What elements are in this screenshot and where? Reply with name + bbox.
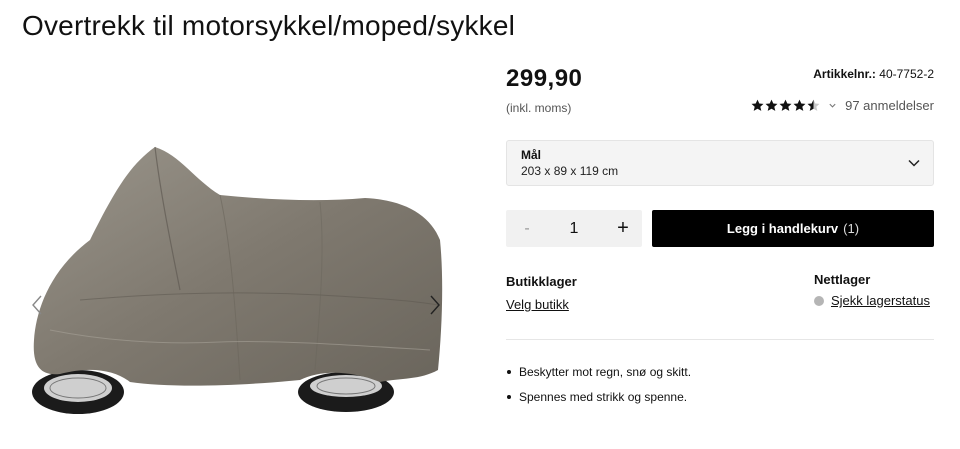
quantity-stepper: - 1 + (506, 210, 642, 247)
chevron-left-icon[interactable] (30, 294, 44, 316)
page-title: Overtrekk til motorsykkel/moped/sykkel (22, 10, 516, 41)
divider (506, 339, 934, 340)
check-stock-status[interactable]: Sjekk lagerstatus (814, 293, 930, 308)
reviews-link[interactable]: 97 anmeldelser (845, 98, 934, 113)
quantity-increase-button[interactable]: + (610, 210, 636, 247)
quantity-decrease-button[interactable]: - (514, 210, 540, 247)
online-stock-heading: Nettlager (814, 272, 871, 287)
add-to-cart-button[interactable]: Legg i handlekurv (1) (652, 210, 934, 247)
article-number-label: Artikkelnr.: (813, 67, 876, 81)
feature-item: Beskytter mot regn, snø og skitt. (506, 365, 691, 390)
chevron-right-icon[interactable] (428, 294, 442, 316)
rating-summary[interactable]: 97 anmeldelser (751, 96, 934, 114)
star-icon (779, 99, 792, 111)
star-icon (807, 99, 820, 111)
chevron-down-icon (829, 103, 836, 108)
add-to-cart-count: (1) (843, 221, 860, 236)
chevron-down-icon (908, 159, 920, 167)
size-select-label: Mål (521, 148, 542, 162)
feature-list: Beskytter mot regn, snø og skitt. Spenne… (506, 365, 691, 415)
check-stock-link[interactable]: Sjekk lagerstatus (831, 293, 930, 308)
feature-item: Spennes med strikk og spenne. (506, 390, 691, 415)
star-icon (751, 99, 764, 111)
store-stock-heading: Butikklager (506, 274, 577, 289)
star-icon (793, 99, 806, 111)
quantity-input[interactable]: 1 (556, 210, 592, 247)
stock-status-dot (814, 295, 824, 306)
add-to-cart-label: Legg i handlekurv (726, 221, 839, 236)
product-gallery (20, 130, 460, 430)
product-price: 299,90 (506, 65, 583, 92)
rating-stars (751, 99, 820, 112)
star-icon (765, 99, 778, 111)
vat-note: (inkl. moms) (506, 101, 572, 115)
size-select-value: 203 x 89 x 119 cm (521, 164, 619, 178)
size-select[interactable]: Mål 203 x 89 x 119 cm (506, 140, 934, 186)
choose-store-link[interactable]: Velg butikk (506, 297, 569, 312)
article-number-value: 40-7752-2 (879, 67, 934, 81)
article-number: Artikkelnr.: 40-7752-2 (813, 67, 934, 81)
motorcycle-cover-image (32, 146, 443, 414)
